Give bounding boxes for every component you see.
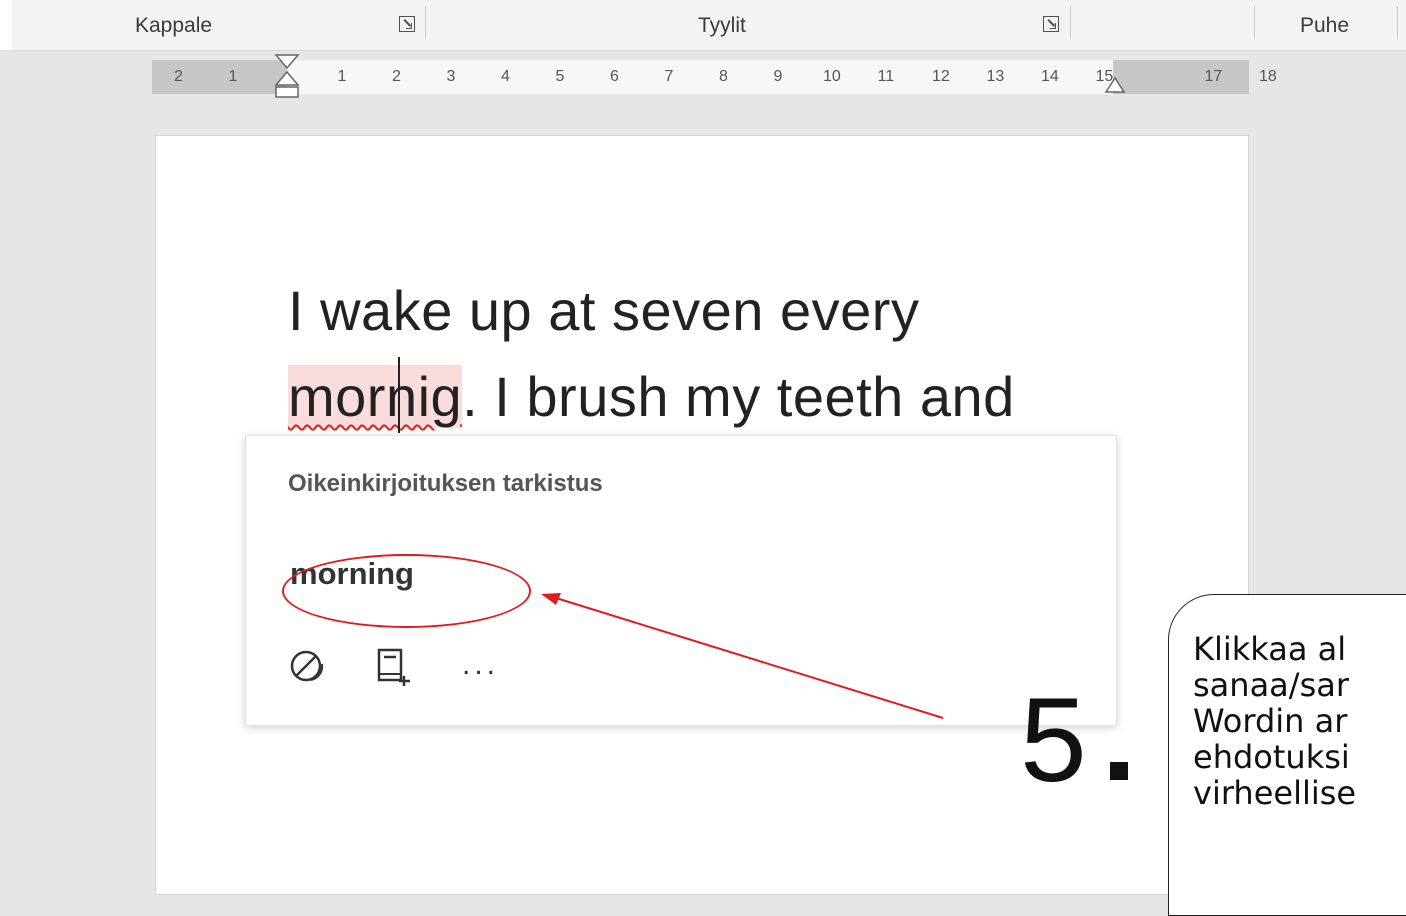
ruler-number: 2	[174, 68, 183, 85]
group-separator	[1397, 6, 1398, 38]
ignore-icon[interactable]	[288, 646, 328, 686]
ruler-number: 1	[228, 68, 238, 85]
spelling-suggestion-button[interactable]: morning	[282, 554, 531, 628]
callout-line: virheellise	[1193, 774, 1357, 812]
document-line-2-rest: . I brush my teeth and	[462, 365, 1015, 428]
popup-title: Oikeinkirjoituksen tarkistus	[288, 470, 603, 497]
ruler-number: 13	[986, 68, 1005, 85]
ruler-number: 5	[555, 68, 565, 85]
step-number: 5	[1020, 673, 1087, 807]
ruler-number: 3	[446, 68, 456, 85]
ruler-number: 17	[1204, 68, 1223, 85]
group-separator	[1254, 6, 1255, 38]
group-label-paragraph: Kappale	[135, 14, 213, 37]
ruler-number: 4	[501, 68, 510, 85]
ribbon-edge	[0, 0, 12, 50]
group-separator	[1070, 6, 1071, 38]
ruler-number: 8	[719, 68, 728, 85]
step-number-dot	[1110, 762, 1128, 780]
indent-marker-icon[interactable]	[274, 54, 300, 112]
callout-line: Wordin ar	[1193, 702, 1348, 740]
callout-line: ehdotuksi	[1193, 738, 1350, 776]
ruler-number: 9	[773, 68, 783, 85]
group-label-styles: Tyylit	[698, 14, 746, 37]
text-cursor	[398, 357, 400, 433]
ruler-number: 10	[823, 68, 841, 85]
more-options-icon[interactable]: ...	[462, 648, 499, 682]
ribbon-group-bar: Kappale Tyylit Puhe	[0, 0, 1406, 51]
ruler-number: 2	[392, 68, 401, 85]
ruler-number: 14	[1041, 68, 1059, 85]
ruler-number: 18	[1259, 68, 1277, 85]
callout-line: sanaa/sar	[1193, 666, 1349, 704]
ruler-number: 11	[877, 68, 895, 85]
ruler-number: 6	[610, 68, 619, 85]
instruction-callout: Klikkaa al sanaa/sar Wordin ar ehdotuksi…	[1168, 594, 1406, 916]
spelling-popup: Oikeinkirjoituksen tarkistus morning ...	[245, 435, 1117, 726]
misspelled-word[interactable]: mornig	[288, 365, 463, 428]
styles-dialog-launcher-icon[interactable]	[1043, 16, 1059, 32]
ruler-number: 7	[664, 68, 674, 85]
callout-line: Klikkaa al	[1193, 630, 1347, 668]
paragraph-dialog-launcher-icon[interactable]	[399, 16, 415, 32]
ruler-number: 12	[932, 68, 950, 85]
group-separator	[425, 6, 426, 38]
highlight-circle	[282, 554, 531, 628]
ruler-number: 1	[337, 68, 347, 85]
right-indent-marker-icon[interactable]	[1104, 76, 1126, 94]
document-line-1[interactable]: I wake up at seven every	[288, 278, 919, 343]
add-to-dictionary-icon[interactable]	[374, 646, 414, 686]
group-label-speech: Puhe	[1300, 14, 1350, 37]
